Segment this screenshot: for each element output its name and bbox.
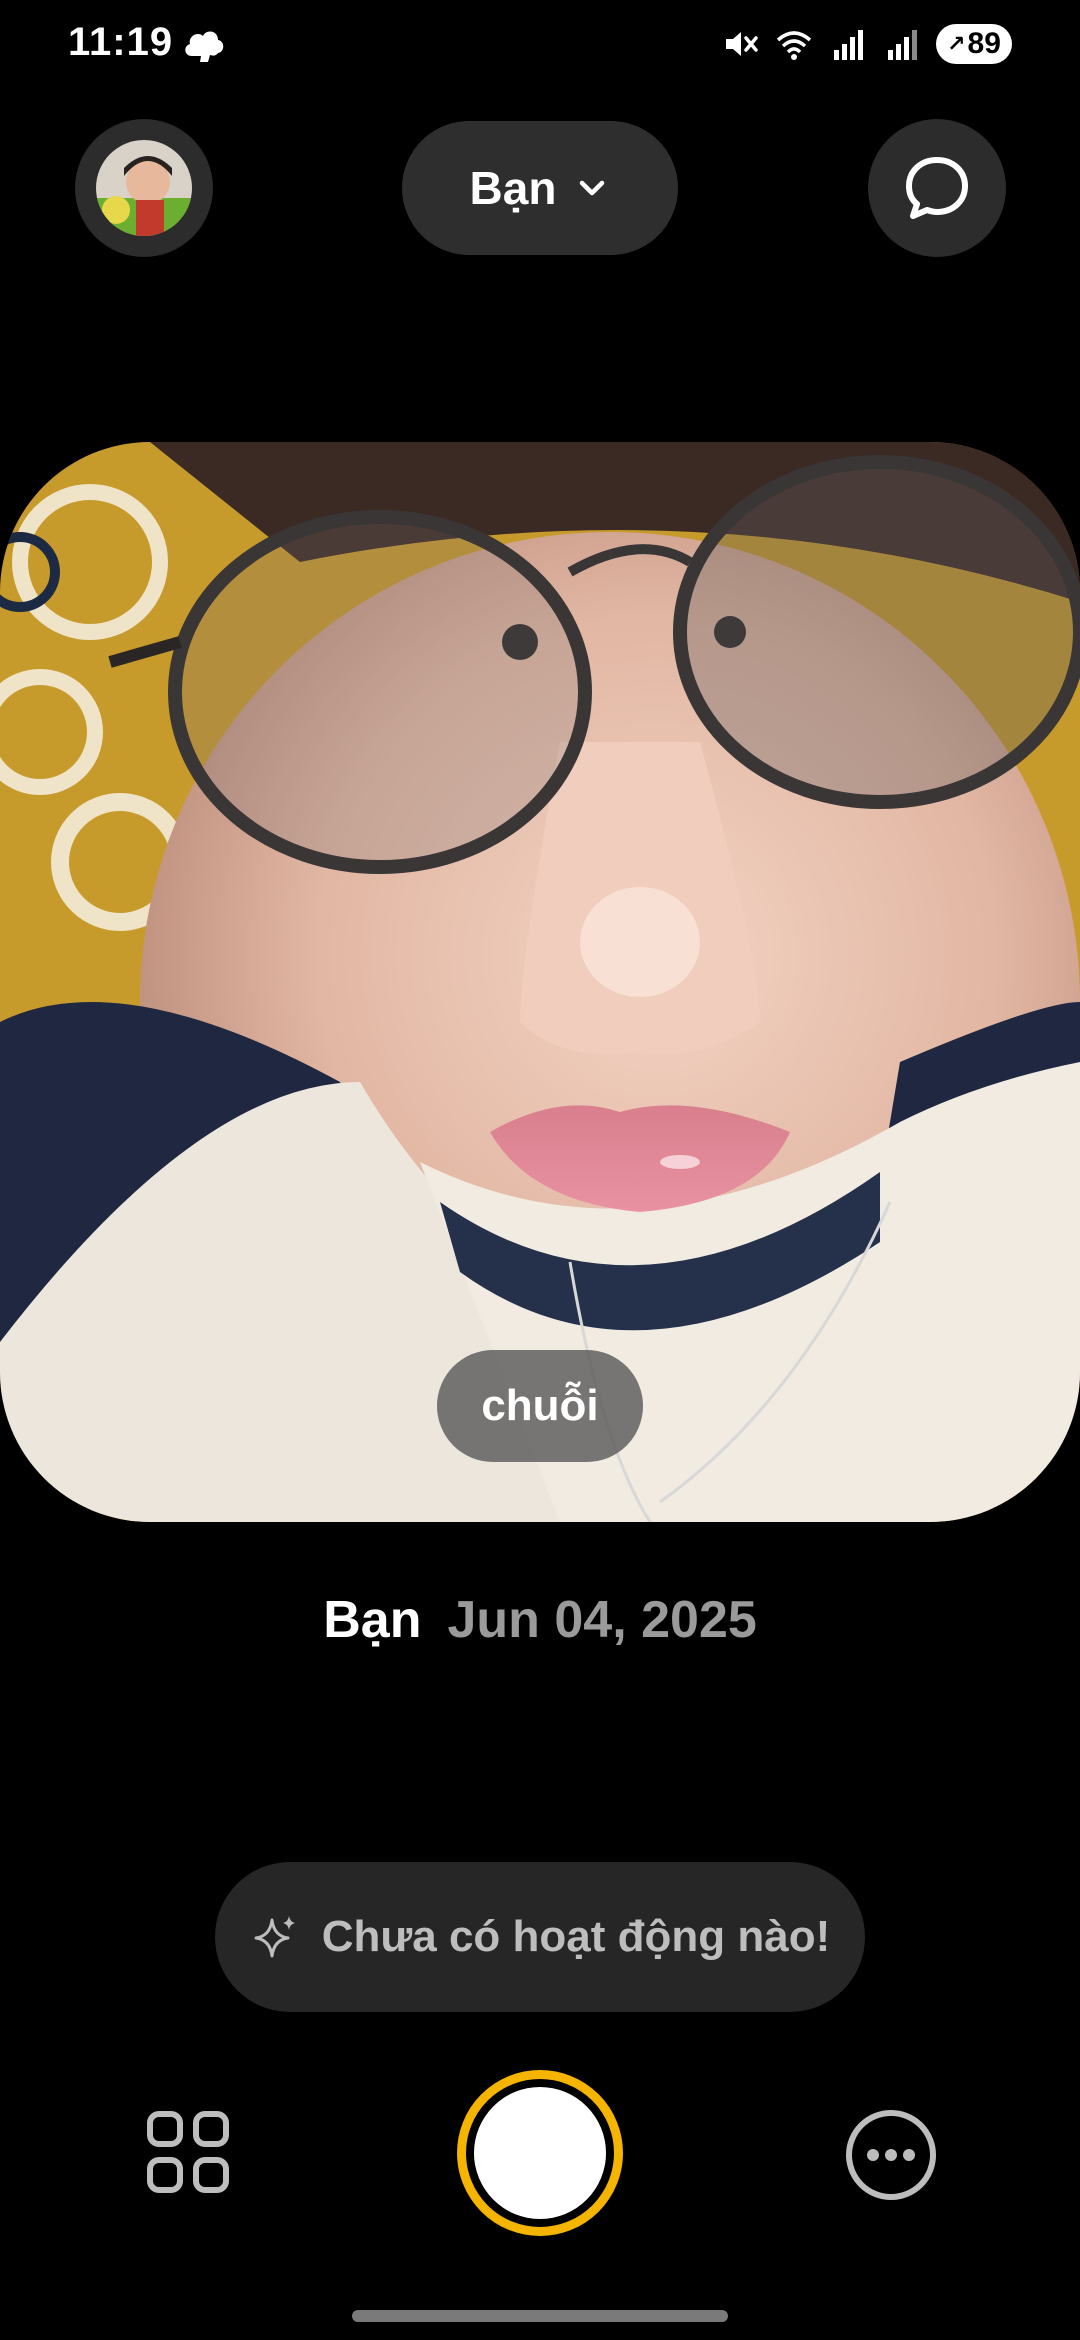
status-icons: ↗ 89 xyxy=(720,22,1012,66)
profile-button[interactable] xyxy=(75,119,213,257)
wifi-icon xyxy=(776,31,812,60)
chat-bubble-icon xyxy=(906,157,968,219)
screen: 11:19 ↗ 89 Bạn chuỗi Bạn Jun 04, 2025 Ch… xyxy=(0,0,1080,2340)
history-grid-button[interactable] xyxy=(136,2100,240,2204)
shutter-button[interactable] xyxy=(457,2070,623,2236)
photo-caption-text: chuỗi xyxy=(481,1381,599,1430)
chat-button[interactable] xyxy=(868,119,1006,257)
battery-icon: ↗ 89 xyxy=(936,24,1012,64)
mute-icon xyxy=(726,32,758,56)
chevron-down-icon xyxy=(580,180,605,196)
signal-icon-2 xyxy=(888,30,917,60)
battery-level: 89 xyxy=(967,27,1001,60)
grid-icon xyxy=(147,2111,229,2193)
avatar xyxy=(96,140,192,236)
more-button[interactable] xyxy=(844,2108,938,2202)
status-time: 11:19 xyxy=(68,20,174,64)
sparkle-icon xyxy=(254,1916,295,1958)
cloud-icon xyxy=(185,31,224,62)
activity-text: Chưa có hoạt động nào! xyxy=(321,1912,831,1961)
signal-icon xyxy=(834,30,863,60)
friends-selector[interactable]: Bạn xyxy=(402,121,678,255)
shutter-inner xyxy=(474,2087,606,2219)
home-indicator[interactable] xyxy=(352,2310,728,2322)
photo-caption: chuỗi xyxy=(437,1350,643,1462)
post-date: Jun 04, 2025 xyxy=(447,1591,757,1649)
more-icon xyxy=(846,2110,936,2200)
post-meta: Bạn Jun 04, 2025 xyxy=(0,1590,1080,1650)
activity-button[interactable]: Chưa có hoạt động nào! xyxy=(215,1862,865,2012)
friends-selector-label: Bạn xyxy=(469,162,557,214)
status-bar: 11:19 ↗ 89 xyxy=(0,0,1080,90)
post-author[interactable]: Bạn xyxy=(323,1590,421,1650)
